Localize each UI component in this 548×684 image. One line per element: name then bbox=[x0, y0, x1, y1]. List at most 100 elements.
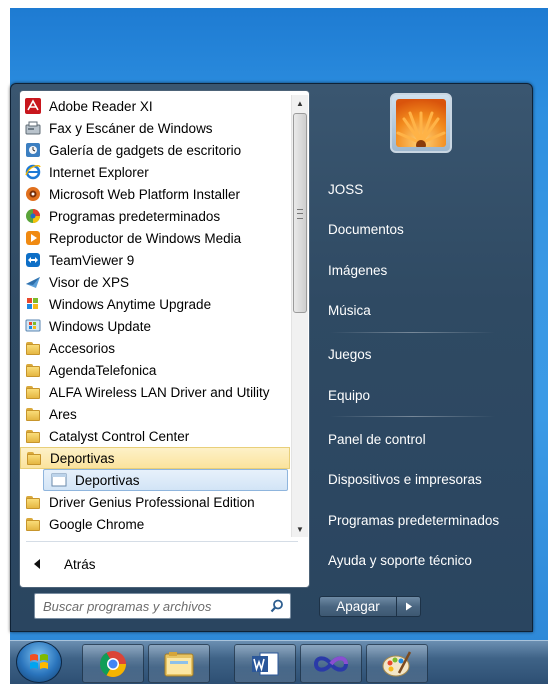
folder-icon bbox=[24, 383, 42, 401]
program-folder-alfa-wireless[interactable]: ALFA Wireless LAN Driver and Utility bbox=[20, 381, 290, 403]
search-box[interactable] bbox=[34, 593, 291, 619]
fax-scanner-icon bbox=[24, 119, 42, 137]
divider bbox=[26, 541, 298, 542]
program-label: Internet Explorer bbox=[49, 164, 149, 180]
default-programs-label: Programas predeterminados bbox=[328, 512, 500, 528]
games-link[interactable]: Juegos bbox=[320, 342, 525, 366]
folder-icon bbox=[24, 339, 42, 357]
program-folder-deportivas[interactable]: Deportivas bbox=[20, 447, 290, 469]
windows-update-icon bbox=[24, 317, 42, 335]
program-label: Microsoft Web Platform Installer bbox=[49, 186, 241, 202]
program-label: Adobe Reader XI bbox=[49, 98, 153, 114]
back-button[interactable]: Atrás bbox=[26, 547, 296, 581]
program-item-web-platform[interactable]: Microsoft Web Platform Installer bbox=[20, 183, 290, 205]
program-item-adobe-reader[interactable]: Adobe Reader XI bbox=[20, 95, 290, 117]
program-item-teamviewer[interactable]: TeamViewer 9 bbox=[20, 249, 290, 271]
taskbar-word[interactable] bbox=[234, 644, 296, 683]
program-label: Catalyst Control Center bbox=[49, 428, 190, 444]
program-item-media-player[interactable]: Reproductor de Windows Media bbox=[20, 227, 290, 249]
help-support-link[interactable]: Ayuda y soporte técnico bbox=[320, 548, 525, 572]
program-label: Deportivas bbox=[75, 472, 140, 488]
program-label: Galería de gadgets de escritorio bbox=[49, 142, 242, 158]
control-panel-link[interactable]: Panel de control bbox=[320, 427, 525, 451]
right-divider bbox=[330, 332, 495, 333]
chevron-right-icon bbox=[405, 602, 412, 611]
pictures-link[interactable]: Imágenes bbox=[320, 258, 525, 282]
program-label: TeamViewer 9 bbox=[49, 252, 135, 268]
taskbar-paint[interactable] bbox=[366, 644, 428, 683]
taskbar-explorer[interactable] bbox=[148, 644, 210, 683]
program-item-default-programs[interactable]: Programas predeterminados bbox=[20, 205, 290, 227]
program-label: Visor de XPS bbox=[49, 274, 130, 290]
start-button[interactable] bbox=[16, 641, 62, 683]
music-link[interactable]: Música bbox=[320, 298, 525, 322]
devices-label: Dispositivos e impresoras bbox=[328, 471, 482, 487]
program-label: Windows Update bbox=[49, 318, 152, 334]
program-item-windows-update[interactable]: Windows Update bbox=[20, 315, 290, 337]
word-icon bbox=[252, 652, 279, 675]
adobe-reader-icon bbox=[24, 97, 42, 115]
music-label: Música bbox=[328, 302, 371, 318]
program-label: Windows Anytime Upgrade bbox=[49, 296, 212, 312]
program-folder-driver-genius[interactable]: Driver Genius Professional Edition bbox=[20, 491, 290, 513]
shutdown-label: Apagar bbox=[336, 599, 380, 614]
right-divider bbox=[330, 416, 495, 417]
taskbar-infinity-app[interactable] bbox=[300, 644, 362, 683]
program-label: Fax y Escáner de Windows bbox=[49, 120, 213, 136]
search-input[interactable] bbox=[35, 597, 265, 615]
web-platform-icon bbox=[24, 185, 42, 203]
documents-link[interactable]: Documentos bbox=[320, 217, 525, 241]
windows-flag-icon bbox=[24, 295, 42, 313]
scroll-thumb[interactable] bbox=[293, 113, 307, 313]
program-item-deportivas[interactable]: Deportivas bbox=[43, 469, 288, 491]
program-label: Deportivas bbox=[50, 450, 115, 466]
program-item-internet-explorer[interactable]: Internet Explorer bbox=[20, 161, 290, 183]
shutdown-button[interactable]: Apagar bbox=[319, 596, 397, 617]
program-list-scrollbar[interactable]: ▲ ▼ bbox=[291, 95, 308, 537]
folder-icon bbox=[24, 405, 42, 423]
chrome-icon bbox=[99, 650, 127, 677]
program-label: Driver Genius Professional Edition bbox=[49, 494, 255, 510]
all-programs-list: Adobe Reader XI Fax y Escáner de Windows… bbox=[20, 95, 290, 537]
user-label: JOSS bbox=[328, 181, 364, 197]
infinity-app-icon bbox=[313, 655, 349, 672]
folder-icon bbox=[24, 515, 42, 533]
program-item-xps-viewer[interactable]: Visor de XPS bbox=[20, 271, 290, 293]
folder-icon bbox=[25, 449, 43, 467]
devices-printers-link[interactable]: Dispositivos e impresoras bbox=[320, 467, 525, 491]
user-folder-link[interactable]: JOSS bbox=[320, 177, 525, 201]
program-label: Programas predeterminados bbox=[49, 208, 221, 224]
program-label: Accesorios bbox=[49, 340, 116, 356]
media-player-icon bbox=[24, 229, 42, 247]
folder-icon bbox=[24, 361, 42, 379]
flower-icon bbox=[396, 99, 446, 150]
documents-label: Documentos bbox=[328, 221, 404, 237]
program-label: AgendaTelefonica bbox=[49, 362, 157, 378]
back-arrow-icon bbox=[34, 559, 40, 569]
shutdown-options-button[interactable] bbox=[397, 596, 421, 617]
program-item-anytime-upgrade[interactable]: Windows Anytime Upgrade bbox=[20, 293, 290, 315]
help-label: Ayuda y soporte técnico bbox=[328, 552, 472, 568]
games-label: Juegos bbox=[328, 346, 372, 362]
program-item-fax-scanner[interactable]: Fax y Escáner de Windows bbox=[20, 117, 290, 139]
program-folder-catalyst[interactable]: Catalyst Control Center bbox=[20, 425, 290, 447]
internet-explorer-icon bbox=[24, 163, 42, 181]
search-icon[interactable] bbox=[270, 599, 284, 613]
avatar[interactable] bbox=[390, 93, 452, 153]
gadgets-icon bbox=[24, 141, 42, 159]
teamviewer-icon bbox=[24, 251, 42, 269]
scroll-down-arrow[interactable]: ▼ bbox=[292, 521, 308, 537]
default-programs-link[interactable]: Programas predeterminados bbox=[320, 508, 525, 532]
program-label: ALFA Wireless LAN Driver and Utility bbox=[49, 384, 270, 400]
program-folder-agendatelefonica[interactable]: AgendaTelefonica bbox=[20, 359, 290, 381]
windows-logo-icon bbox=[30, 654, 48, 669]
program-item-gadgets[interactable]: Galería de gadgets de escritorio bbox=[20, 139, 290, 161]
computer-label: Equipo bbox=[328, 387, 371, 403]
taskbar-chrome[interactable] bbox=[82, 644, 144, 683]
folder-icon bbox=[24, 427, 42, 445]
program-folder-accesorios[interactable]: Accesorios bbox=[20, 337, 290, 359]
scroll-up-arrow[interactable]: ▲ bbox=[292, 95, 308, 111]
computer-link[interactable]: Equipo bbox=[320, 383, 525, 407]
program-folder-ares[interactable]: Ares bbox=[20, 403, 290, 425]
program-folder-google-chrome[interactable]: Google Chrome bbox=[20, 513, 290, 535]
